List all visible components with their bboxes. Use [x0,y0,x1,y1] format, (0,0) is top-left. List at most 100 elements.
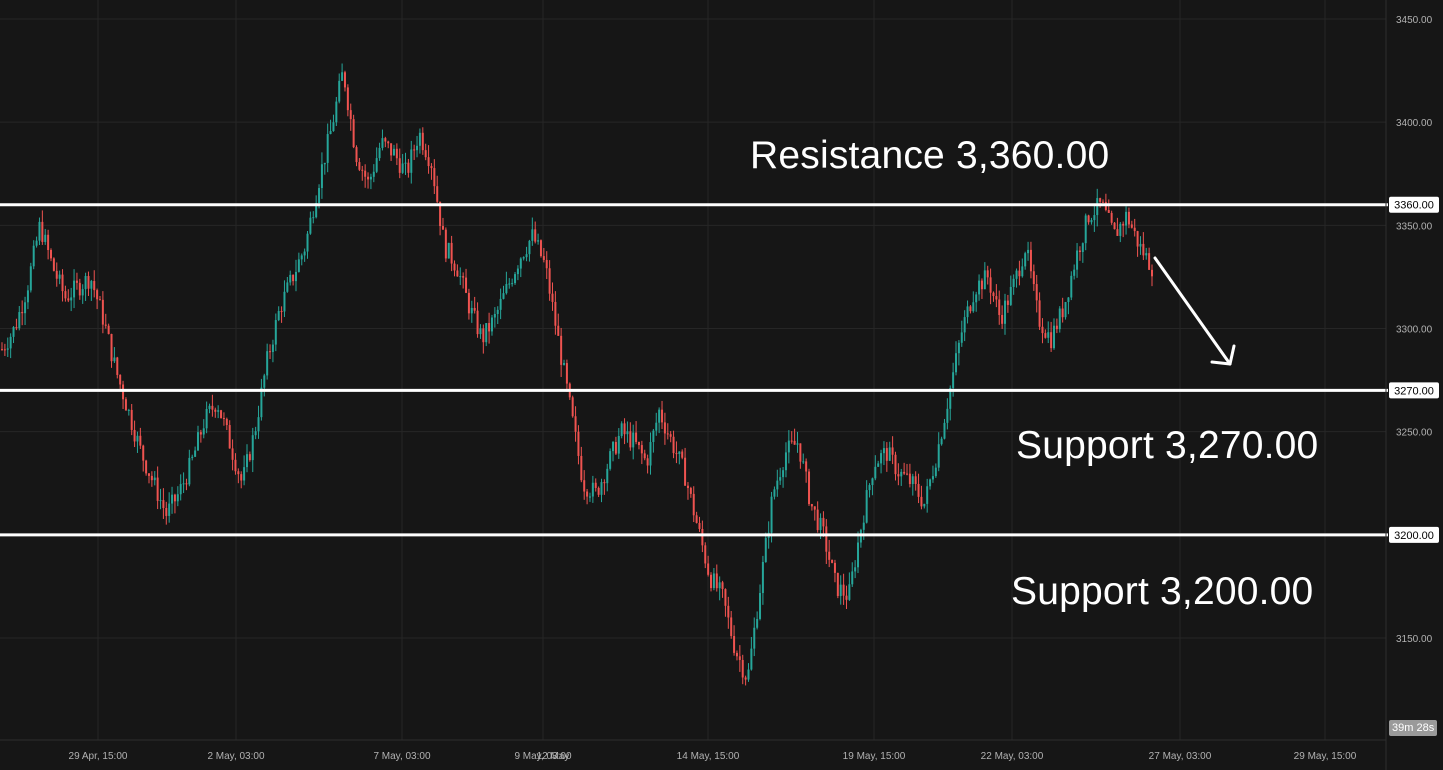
candle-body [225,418,228,426]
candle-body [220,410,223,418]
candle-body [306,233,309,252]
candle-up [113,347,116,364]
candle-body [1021,266,1024,277]
candle-up [260,378,263,421]
candle-body [1018,270,1021,277]
candle-body [263,375,266,388]
y-tick-label: 3150.00 [1396,634,1433,645]
candle-up [983,262,986,290]
candle-body [70,297,73,301]
candle-body [234,459,237,472]
candle-body [38,221,41,241]
candle-body [266,351,269,376]
candle-up [341,63,344,82]
candle-down [462,272,465,289]
candle-body [563,363,566,365]
candle-body [413,149,416,151]
candle-down [47,229,50,260]
candle-down [845,585,848,610]
candle-down [21,300,24,326]
candle-down [1029,241,1032,279]
candle-down [145,459,148,476]
x-tick-label: 19 May, 15:00 [843,751,906,762]
candle-body [332,122,335,132]
candle-down [413,144,416,160]
candle-up [217,405,220,419]
candle-up [1009,275,1012,306]
candle-body [329,131,332,135]
candle-down [49,248,52,262]
candle-up [923,503,926,509]
candle-down [361,165,364,181]
candle-body [467,292,470,314]
candle-body [309,217,312,234]
candle-up [1090,217,1093,225]
candle-body [1053,325,1056,349]
candle-up [202,419,205,439]
candle-up [168,492,171,523]
candle-body [669,434,672,437]
candle-body [24,302,27,314]
price-chart[interactable]: 3360.00 3270.00 3200.00 3450.00 3400.00 3350… [0,0,1443,770]
candle-up [38,217,41,245]
candle-up [966,300,969,324]
candle-body [805,461,808,472]
candle-down [1099,197,1102,208]
candle-up [404,152,407,175]
candle-body [84,276,87,290]
candle-body [156,477,159,501]
candle-body [658,409,661,423]
candle-body [18,312,21,329]
candle-down [831,559,834,564]
candle-body [15,327,18,329]
candle-body [1055,325,1058,330]
candle-down [1087,214,1090,225]
candle-down [476,302,479,338]
candle-body [640,445,643,454]
candle-down [695,511,698,524]
candle-up [658,407,661,434]
candle-body [911,476,914,485]
candle-body [695,515,698,523]
candle-body [914,476,917,484]
candle-body [542,256,545,260]
candle-body [862,522,865,530]
candle-down [663,412,666,445]
candle-down [727,596,730,629]
candle-body [410,149,413,173]
candle-up [796,431,799,453]
candle-up [171,486,174,514]
candle-down [156,466,159,510]
candle-body [352,119,355,148]
candle-up [274,313,277,352]
candle-body [490,317,493,332]
candle-down [822,511,825,537]
candle-body [430,166,433,169]
candle-down [130,404,133,436]
candle-body [300,255,303,260]
candle-up [632,424,635,460]
candle-body [808,471,811,505]
candle-down [231,439,234,471]
candle-down [629,422,632,451]
candle-body [277,311,280,321]
candle-body [516,268,519,275]
candle-down [908,463,911,488]
candle-up [208,403,211,414]
candle-body [952,372,955,388]
candle-body [73,280,76,298]
candle-body [404,162,407,164]
support-1-price-label: 3270.00 [1394,385,1434,397]
candle-down [349,103,352,131]
candle-body [384,138,387,142]
candle-body [188,457,191,485]
candle-body [735,652,738,657]
candle-up [245,444,248,473]
candle-down [1136,230,1139,257]
support-2-price-label: 3200.00 [1394,530,1434,542]
candle-up [306,231,309,259]
candle-body [283,291,286,312]
candle-up [848,572,851,601]
candle-down [488,312,491,344]
candle-up [508,278,511,289]
